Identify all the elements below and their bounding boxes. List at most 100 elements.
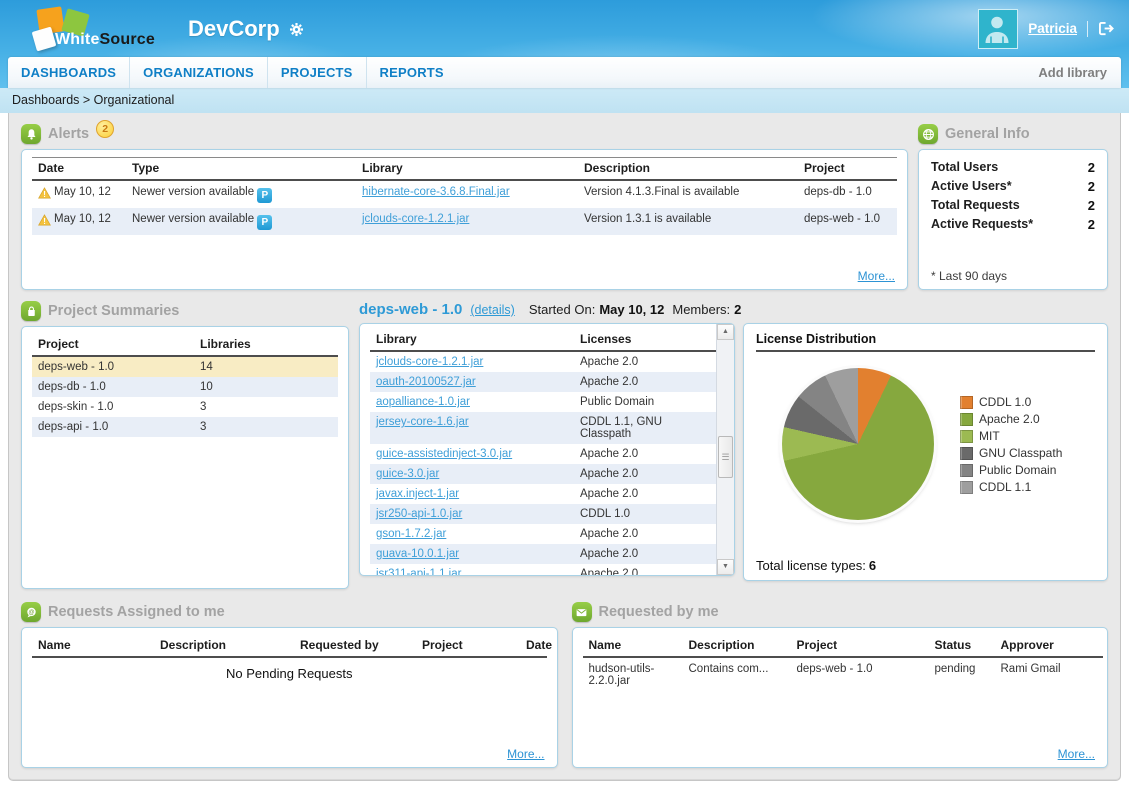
nav-item-projects[interactable]: PROJECTS <box>267 57 366 88</box>
requests-assigned-table: NameDescriptionRequested byProjectDate N… <box>32 635 547 686</box>
alerts-more-link[interactable]: More... <box>858 269 895 283</box>
selected-project-name: deps-web - 1.0 <box>359 301 462 318</box>
library-link[interactable]: jsr311-api-1.1.jar <box>376 568 461 575</box>
general-info-title: General Info <box>945 126 1030 142</box>
requested-by-me-title-row: Requested by me <box>572 602 1109 622</box>
project-row[interactable]: deps-api - 1.03 <box>32 417 338 437</box>
legend-swatch <box>960 481 973 494</box>
alerts-bell-icon <box>21 124 41 144</box>
library-link[interactable]: aopalliance-1.0.jar <box>376 396 470 408</box>
pie-legend: CDDL 1.0 Apache 2.0 MIT GNU Classpath Pu… <box>960 394 1062 496</box>
started-on-value: May 10, 12 <box>599 302 664 317</box>
project-detail-header: deps-web - 1.0 (details) Started On: May… <box>359 301 1108 318</box>
gear-icon[interactable] <box>289 22 304 37</box>
org-area: DevCorp <box>188 16 304 42</box>
info-label: Total Users <box>931 158 998 177</box>
requested-by-me-col-header: Approver <box>995 635 1103 657</box>
project-row[interactable]: deps-web - 1.014 <box>32 356 338 377</box>
alert-library-link[interactable]: jclouds-core-1.2.1.jar <box>362 213 469 225</box>
license-pie-chart <box>782 368 934 520</box>
warning-icon: ! <box>38 187 51 202</box>
svg-text:!: ! <box>43 190 46 199</box>
logout-icon[interactable] <box>1098 21 1115 36</box>
request-row: hudson-utils-2.2.0.jar Contains com... d… <box>583 657 1103 764</box>
add-library-button[interactable]: Add library <box>1024 65 1121 80</box>
libraries-col-header: Library <box>370 329 574 351</box>
nav-item-organizations[interactable]: ORGANIZATIONS <box>129 57 267 88</box>
library-row: javax.inject-1.jar Apache 2.0 <box>370 484 716 504</box>
alerts-table: DateTypeLibraryDescriptionProject !May 1… <box>32 157 897 235</box>
alert-row: !May 10, 12 Newer version available P jc… <box>32 208 897 235</box>
general-info-footnote: * Last 90 days <box>931 269 1007 283</box>
dashboard-content: Alerts 2 DateTypeLibraryDescriptionProje… <box>8 113 1121 781</box>
projects-col-header: Project <box>32 334 194 356</box>
library-row: jsr250-api-1.0.jar CDDL 1.0 <box>370 504 716 524</box>
scroll-up-button[interactable]: ▲ <box>717 324 734 340</box>
info-row: Total Requests 2 <box>931 196 1095 215</box>
legend-label: Apache 2.0 <box>979 411 1040 428</box>
scrollbar-track[interactable]: ☰ <box>717 340 734 559</box>
sky-header: WhiteSource DevCorp Patricia <box>0 0 1129 88</box>
started-on-label: Started On: <box>529 302 595 317</box>
legend-label: CDDL 1.0 <box>979 394 1031 411</box>
globe-icon <box>918 124 938 144</box>
alerts-panel: DateTypeLibraryDescriptionProject !May 1… <box>21 149 908 290</box>
legend-label: CDDL 1.1 <box>979 479 1031 496</box>
requested-by-me-section: Requested by me NameDescriptionProjectSt… <box>572 593 1109 768</box>
requested-by-me-more-link[interactable]: More... <box>1058 747 1095 761</box>
library-link[interactable]: javax.inject-1.jar <box>376 488 459 500</box>
library-link[interactable]: jclouds-core-1.2.1.jar <box>376 356 483 368</box>
avatar[interactable] <box>978 9 1018 49</box>
user-name-link[interactable]: Patricia <box>1028 21 1077 36</box>
info-value: 2 <box>1088 158 1095 177</box>
bag-icon <box>21 301 41 321</box>
requests-assigned-col-header: Description <box>154 635 294 657</box>
library-link[interactable]: jsr250-api-1.0.jar <box>376 508 462 520</box>
project-row[interactable]: deps-db - 1.010 <box>32 377 338 397</box>
project-detail-section: deps-web - 1.0 (details) Started On: May… <box>359 292 1108 589</box>
legend-item: Apache 2.0 <box>960 411 1062 428</box>
project-details-link[interactable]: (details) <box>470 303 514 317</box>
library-link[interactable]: guava-10.0.1.jar <box>376 548 459 560</box>
project-summaries-panel: ProjectLibraries deps-web - 1.014 deps-d… <box>21 326 349 589</box>
nav-item-dashboards[interactable]: DASHBOARDS <box>8 57 129 88</box>
whitesource-logo[interactable]: WhiteSource <box>8 2 160 56</box>
requested-by-me-col-header: Project <box>791 635 929 657</box>
info-value: 2 <box>1088 196 1095 215</box>
info-label: Active Users* <box>931 177 1012 196</box>
requested-by-me-col-header: Status <box>929 635 995 657</box>
legend-label: Public Domain <box>979 462 1056 479</box>
projects-col-header: Libraries <box>194 334 338 356</box>
library-link[interactable]: jersey-core-1.6.jar <box>376 416 469 428</box>
brand-text: WhiteSource <box>55 31 155 49</box>
library-link[interactable]: guice-3.0.jar <box>376 468 439 480</box>
library-link[interactable]: gson-1.7.2.jar <box>376 528 446 540</box>
warning-icon: ! <box>38 214 51 229</box>
nav-item-reports[interactable]: REPORTS <box>366 57 457 88</box>
legend-item: GNU Classpath <box>960 445 1062 462</box>
legend-item: MIT <box>960 428 1062 445</box>
license-distribution-title: License Distribution <box>756 330 1095 352</box>
scrollbar[interactable]: ▲ ☰ ▼ <box>716 324 734 575</box>
libraries-panel: LibraryLicenses jclouds-core-1.2.1.jar A… <box>359 323 735 576</box>
library-link[interactable]: guice-assistedinject-3.0.jar <box>376 448 512 460</box>
legend-swatch <box>960 430 973 443</box>
scrollbar-thumb[interactable]: ☰ <box>718 436 733 478</box>
project-summaries-table: ProjectLibraries deps-web - 1.014 deps-d… <box>32 334 338 437</box>
alert-library-link[interactable]: hibernate-core-3.6.8.Final.jar <box>362 186 510 198</box>
requests-assigned-col-header: Requested by <box>294 635 416 657</box>
library-link[interactable]: oauth-20100527.jar <box>376 376 476 388</box>
legend-swatch <box>960 447 973 460</box>
requests-assigned-more-link[interactable]: More... <box>507 747 544 761</box>
legend-item: Public Domain <box>960 462 1062 479</box>
members-label: Members: <box>672 302 730 317</box>
alerts-title-row: Alerts 2 <box>21 124 908 144</box>
scroll-down-button[interactable]: ▼ <box>717 559 734 575</box>
project-row[interactable]: deps-skin - 1.03 <box>32 397 338 417</box>
library-row: oauth-20100527.jar Apache 2.0 <box>370 372 716 392</box>
requests-assigned-panel: NameDescriptionRequested byProjectDate N… <box>21 627 558 768</box>
requests-assigned-col-header: Project <box>416 635 520 657</box>
info-label: Total Requests <box>931 196 1020 215</box>
library-row: aopalliance-1.0.jar Public Domain <box>370 392 716 412</box>
project-summaries-title: Project Summaries <box>48 303 179 319</box>
